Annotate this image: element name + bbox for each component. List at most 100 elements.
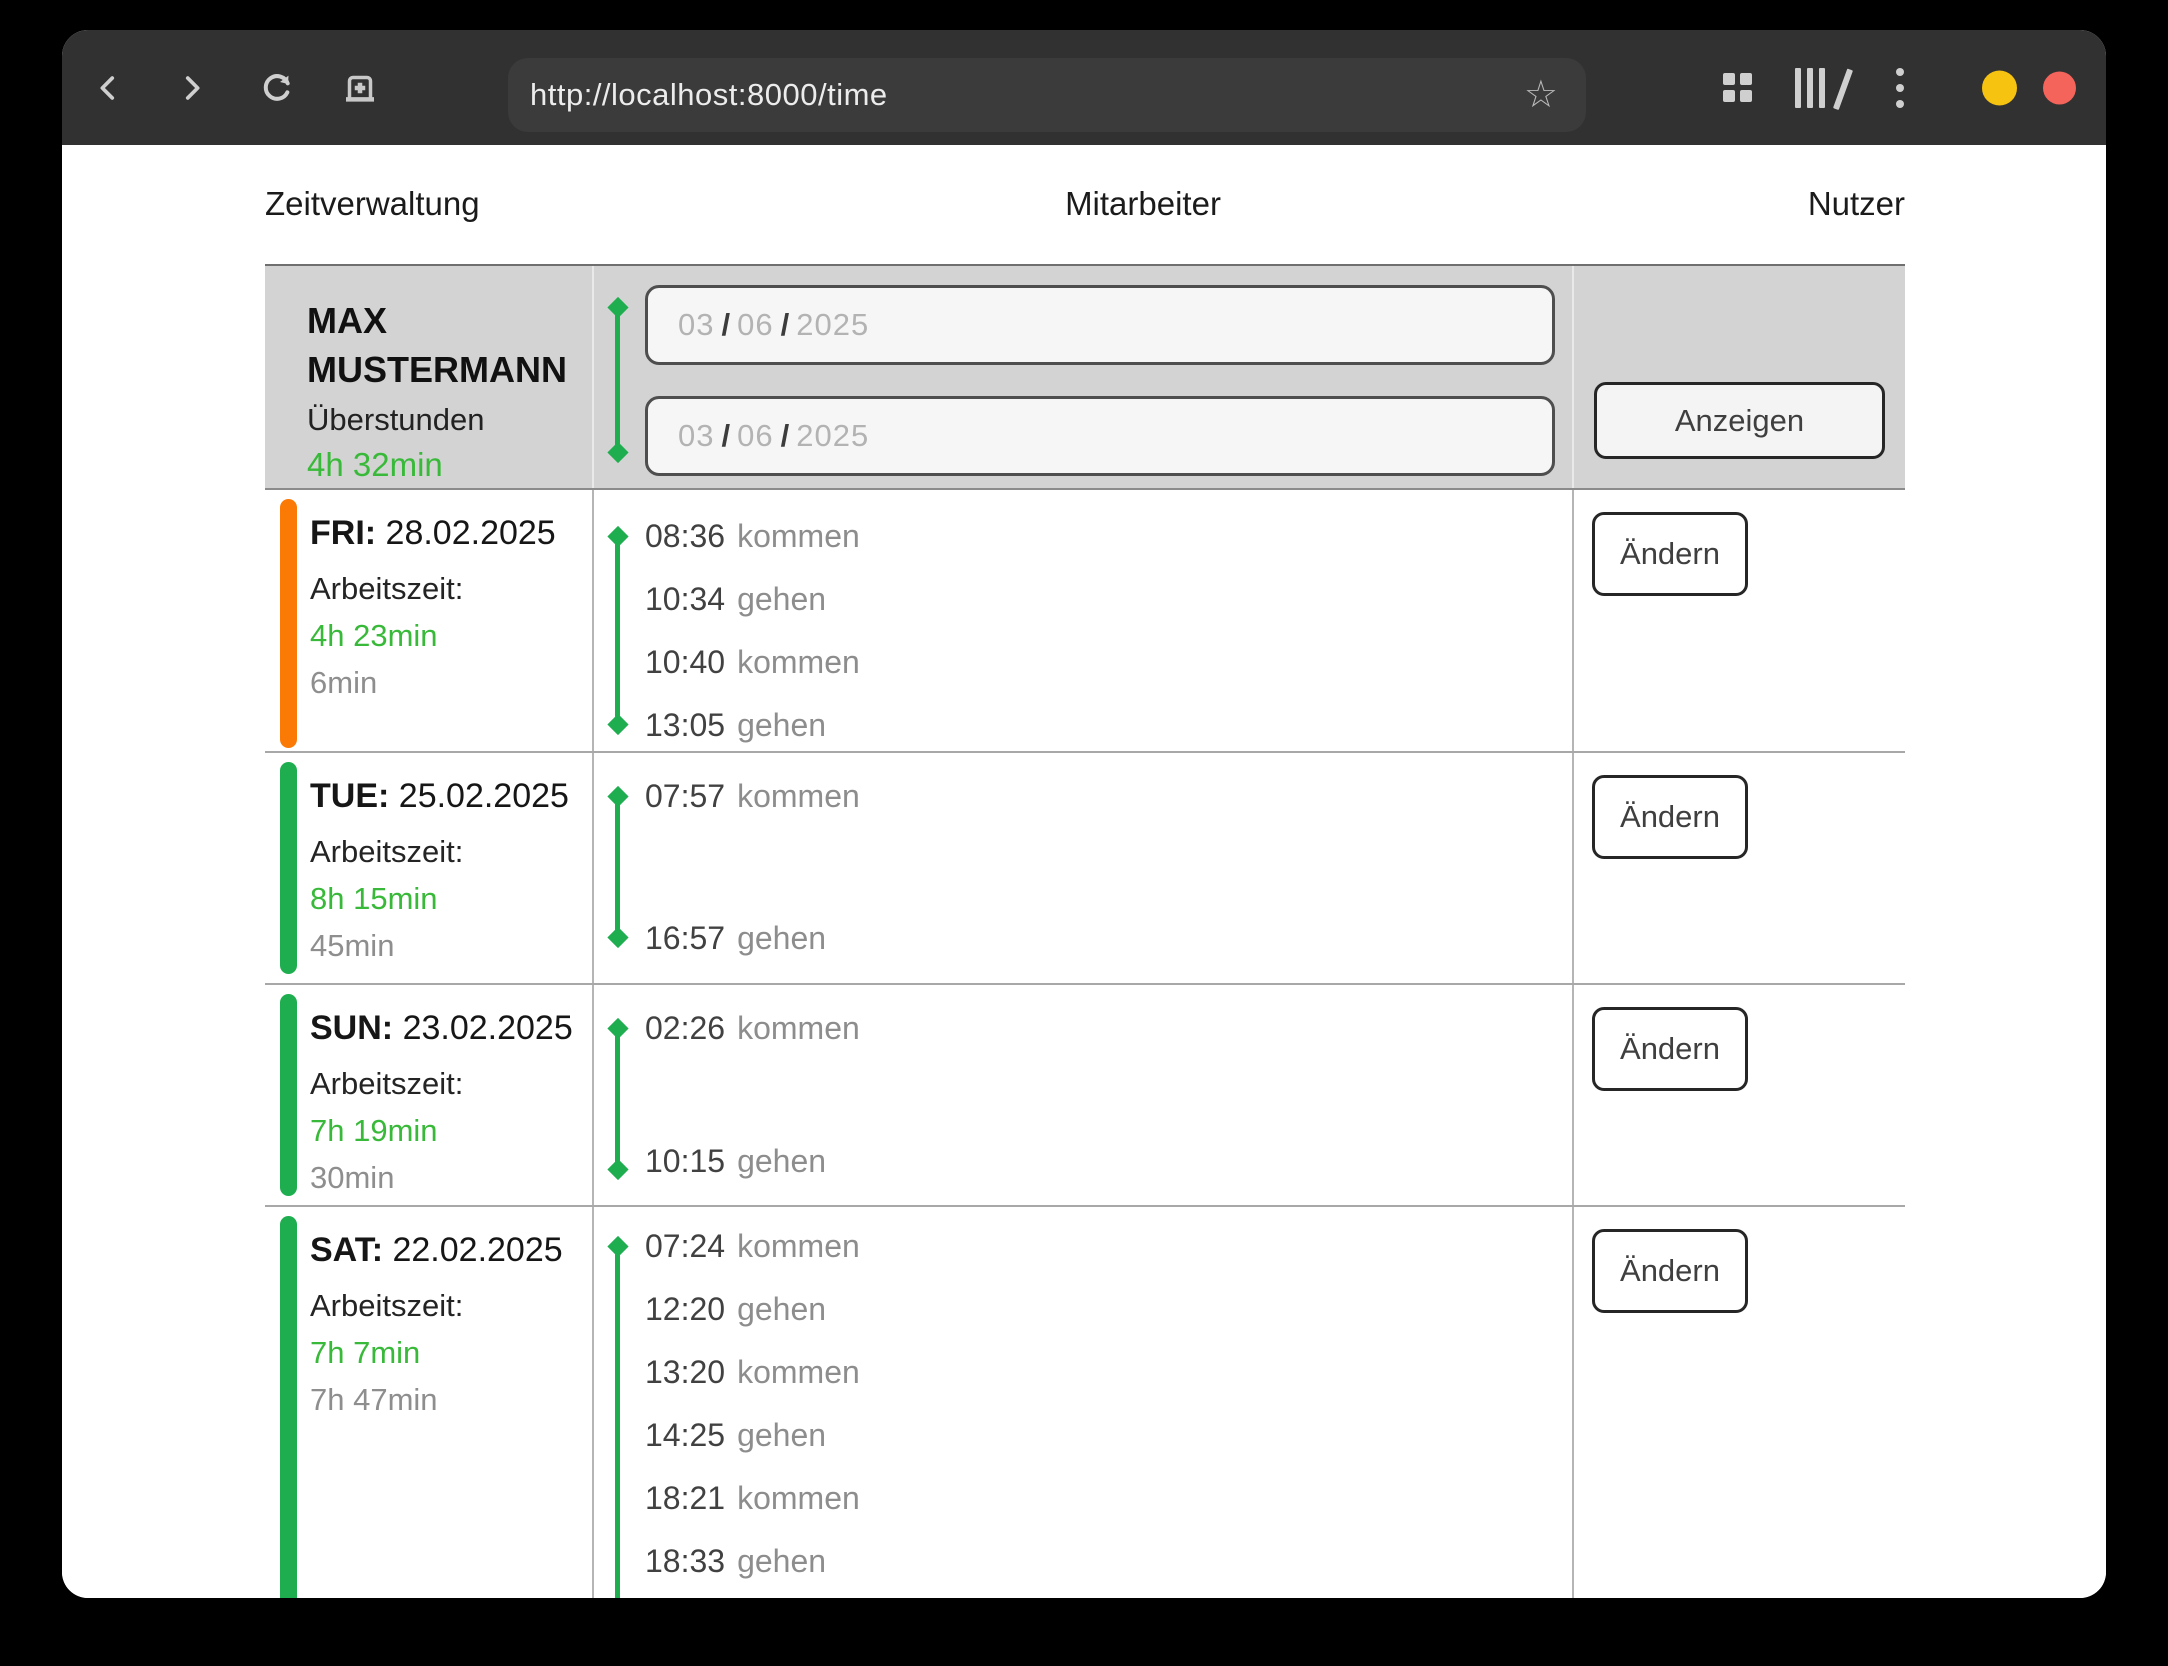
table-row: TUE: 25.02.2025 Arbeitszeit: 8h 15min 45…: [265, 751, 1905, 983]
date-from-month: 03: [678, 307, 714, 343]
worktime-label: Arbeitszeit:: [310, 828, 592, 875]
time-entry: 07:24kommen: [645, 1215, 1572, 1278]
day-date: 25.02.2025: [399, 777, 569, 815]
reload-icon: [257, 68, 297, 108]
timeline-connector: [615, 307, 620, 453]
break-value: 45min: [310, 922, 592, 969]
action-cell: Ändern: [1574, 753, 1905, 983]
close-window-button[interactable]: [2043, 71, 2076, 104]
anzeigen-button[interactable]: Anzeigen: [1594, 382, 1885, 459]
day-abbrev: FRI:: [310, 514, 376, 552]
action-cell: Ändern: [1574, 985, 1905, 1205]
date-to-input[interactable]: 03 / 06 / 2025: [645, 396, 1555, 476]
time-page: Zeitverwaltung Mitarbeiter Nutzer MAX MU…: [62, 145, 2106, 1598]
chevron-right-icon: [175, 71, 209, 105]
new-tab-icon: [339, 67, 381, 109]
time-entry: 02:26kommen: [645, 997, 1572, 1060]
library-button[interactable]: [1785, 30, 1855, 145]
time-table: MAX MUSTERMANN Überstunden 4h 32min 03 /…: [265, 264, 1905, 1598]
day-title: FRI: 28.02.2025: [310, 514, 592, 553]
worktime-value: 7h 7min: [310, 1329, 592, 1376]
day-abbrev: TUE:: [310, 777, 389, 815]
overtime-value: 4h 32min: [307, 446, 592, 484]
nav-item-zeitverwaltung[interactable]: Zeitverwaltung: [265, 185, 812, 223]
table-row: SAT: 22.02.2025 Arbeitszeit: 7h 7min 7h …: [265, 1205, 1905, 1598]
day-title: SAT: 22.02.2025: [310, 1231, 592, 1270]
timeline-connector: [615, 796, 620, 938]
time-entry: 07:57kommen: [645, 765, 1572, 828]
day-date: 23.02.2025: [403, 1009, 573, 1047]
date-range-cell: 03 / 06 / 2025 03 / 06 / 2025: [592, 266, 1574, 488]
status-bar: [280, 1216, 297, 1598]
action-cell: Ändern: [1574, 490, 1905, 757]
employee-summary: MAX MUSTERMANN Überstunden 4h 32min: [265, 266, 592, 488]
day-abbrev: SAT:: [310, 1231, 383, 1269]
browser-toolbar: http://localhost:8000/time ☆: [62, 30, 2106, 145]
day-cell: TUE: 25.02.2025 Arbeitszeit: 8h 15min 45…: [265, 753, 592, 983]
break-value: 7h 47min: [310, 1376, 592, 1423]
minimize-window-button[interactable]: [1982, 70, 2017, 105]
aendern-button[interactable]: Ändern: [1592, 775, 1748, 859]
status-bar: [280, 994, 297, 1196]
worktime-value: 8h 15min: [310, 875, 592, 922]
day-cell: SAT: 22.02.2025 Arbeitszeit: 7h 7min 7h …: [265, 1207, 592, 1598]
date-to-year: 2025: [796, 418, 869, 454]
break-value: 6min: [310, 659, 592, 706]
url-text: http://localhost:8000/time: [530, 77, 888, 113]
tab-overview-button[interactable]: [1702, 30, 1772, 145]
date-from-year: 2025: [796, 307, 869, 343]
time-entry: 12:20gehen: [645, 1278, 1572, 1341]
top-navigation: Zeitverwaltung Mitarbeiter Nutzer: [265, 185, 1905, 223]
time-entry: 10:34gehen: [645, 568, 1572, 631]
aendern-button[interactable]: Ändern: [1592, 1007, 1748, 1091]
day-cell: FRI: 28.02.2025 Arbeitszeit: 4h 23min 6m…: [265, 490, 592, 757]
library-icon: [1795, 68, 1845, 108]
worktime-value: 7h 19min: [310, 1107, 592, 1154]
chevron-left-icon: [91, 71, 125, 105]
status-bar: [280, 762, 297, 974]
reload-button[interactable]: [242, 30, 312, 145]
date-to-month: 03: [678, 418, 714, 454]
grid-icon: [1723, 73, 1752, 102]
timeline-connector: [615, 1028, 620, 1170]
forward-button[interactable]: [157, 30, 227, 145]
aendern-button[interactable]: Ändern: [1592, 1229, 1748, 1313]
timeline-connector: [615, 536, 620, 725]
date-to-day: 06: [737, 418, 773, 454]
table-row: SUN: 23.02.2025 Arbeitszeit: 7h 19min 30…: [265, 983, 1905, 1205]
worktime-label: Arbeitszeit:: [310, 565, 592, 612]
time-entry: 16:57gehen: [645, 907, 1572, 970]
day-title: SUN: 23.02.2025: [310, 1009, 592, 1048]
entries-cell: 07:24kommen 12:20gehen 13:20kommen 14:25…: [592, 1207, 1574, 1598]
browser-window: http://localhost:8000/time ☆ Zeitverwalt…: [62, 30, 2106, 1598]
time-entry: 21:24kommen: [645, 1593, 1572, 1598]
time-entry: 13:20kommen: [645, 1341, 1572, 1404]
back-button[interactable]: [73, 30, 143, 145]
new-tab-button[interactable]: [325, 30, 395, 145]
menu-button[interactable]: [1865, 30, 1935, 145]
time-entry: 13:05gehen: [645, 694, 1572, 757]
date-from-day: 06: [737, 307, 773, 343]
status-bar: [280, 499, 297, 748]
time-entry: 08:36kommen: [645, 505, 1572, 568]
table-row: FRI: 28.02.2025 Arbeitszeit: 4h 23min 6m…: [265, 490, 1905, 751]
time-entry: 18:33gehen: [645, 1530, 1572, 1593]
action-cell: Ändern: [1574, 1207, 1905, 1598]
date-from-input[interactable]: 03 / 06 / 2025: [645, 285, 1555, 365]
time-entry: 18:21kommen: [645, 1467, 1572, 1530]
nav-item-nutzer[interactable]: Nutzer: [1358, 185, 1905, 223]
entries-cell: 02:26kommen 10:15gehen: [592, 985, 1574, 1205]
employee-name-line2: MUSTERMANN: [307, 345, 592, 394]
worktime-value: 4h 23min: [310, 612, 592, 659]
time-entry: 10:40kommen: [645, 631, 1572, 694]
timeline-connector: [615, 1246, 620, 1598]
worktime-label: Arbeitszeit:: [310, 1282, 592, 1329]
day-date: 22.02.2025: [392, 1231, 562, 1269]
nav-item-mitarbeiter[interactable]: Mitarbeiter: [870, 185, 1417, 223]
day-abbrev: SUN:: [310, 1009, 393, 1047]
bookmark-star-icon[interactable]: ☆: [1524, 76, 1558, 114]
aendern-button[interactable]: Ändern: [1592, 512, 1748, 596]
entries-cell: 07:57kommen 16:57gehen: [592, 753, 1574, 983]
time-entry: 14:25gehen: [645, 1404, 1572, 1467]
url-bar[interactable]: http://localhost:8000/time ☆: [508, 58, 1586, 132]
